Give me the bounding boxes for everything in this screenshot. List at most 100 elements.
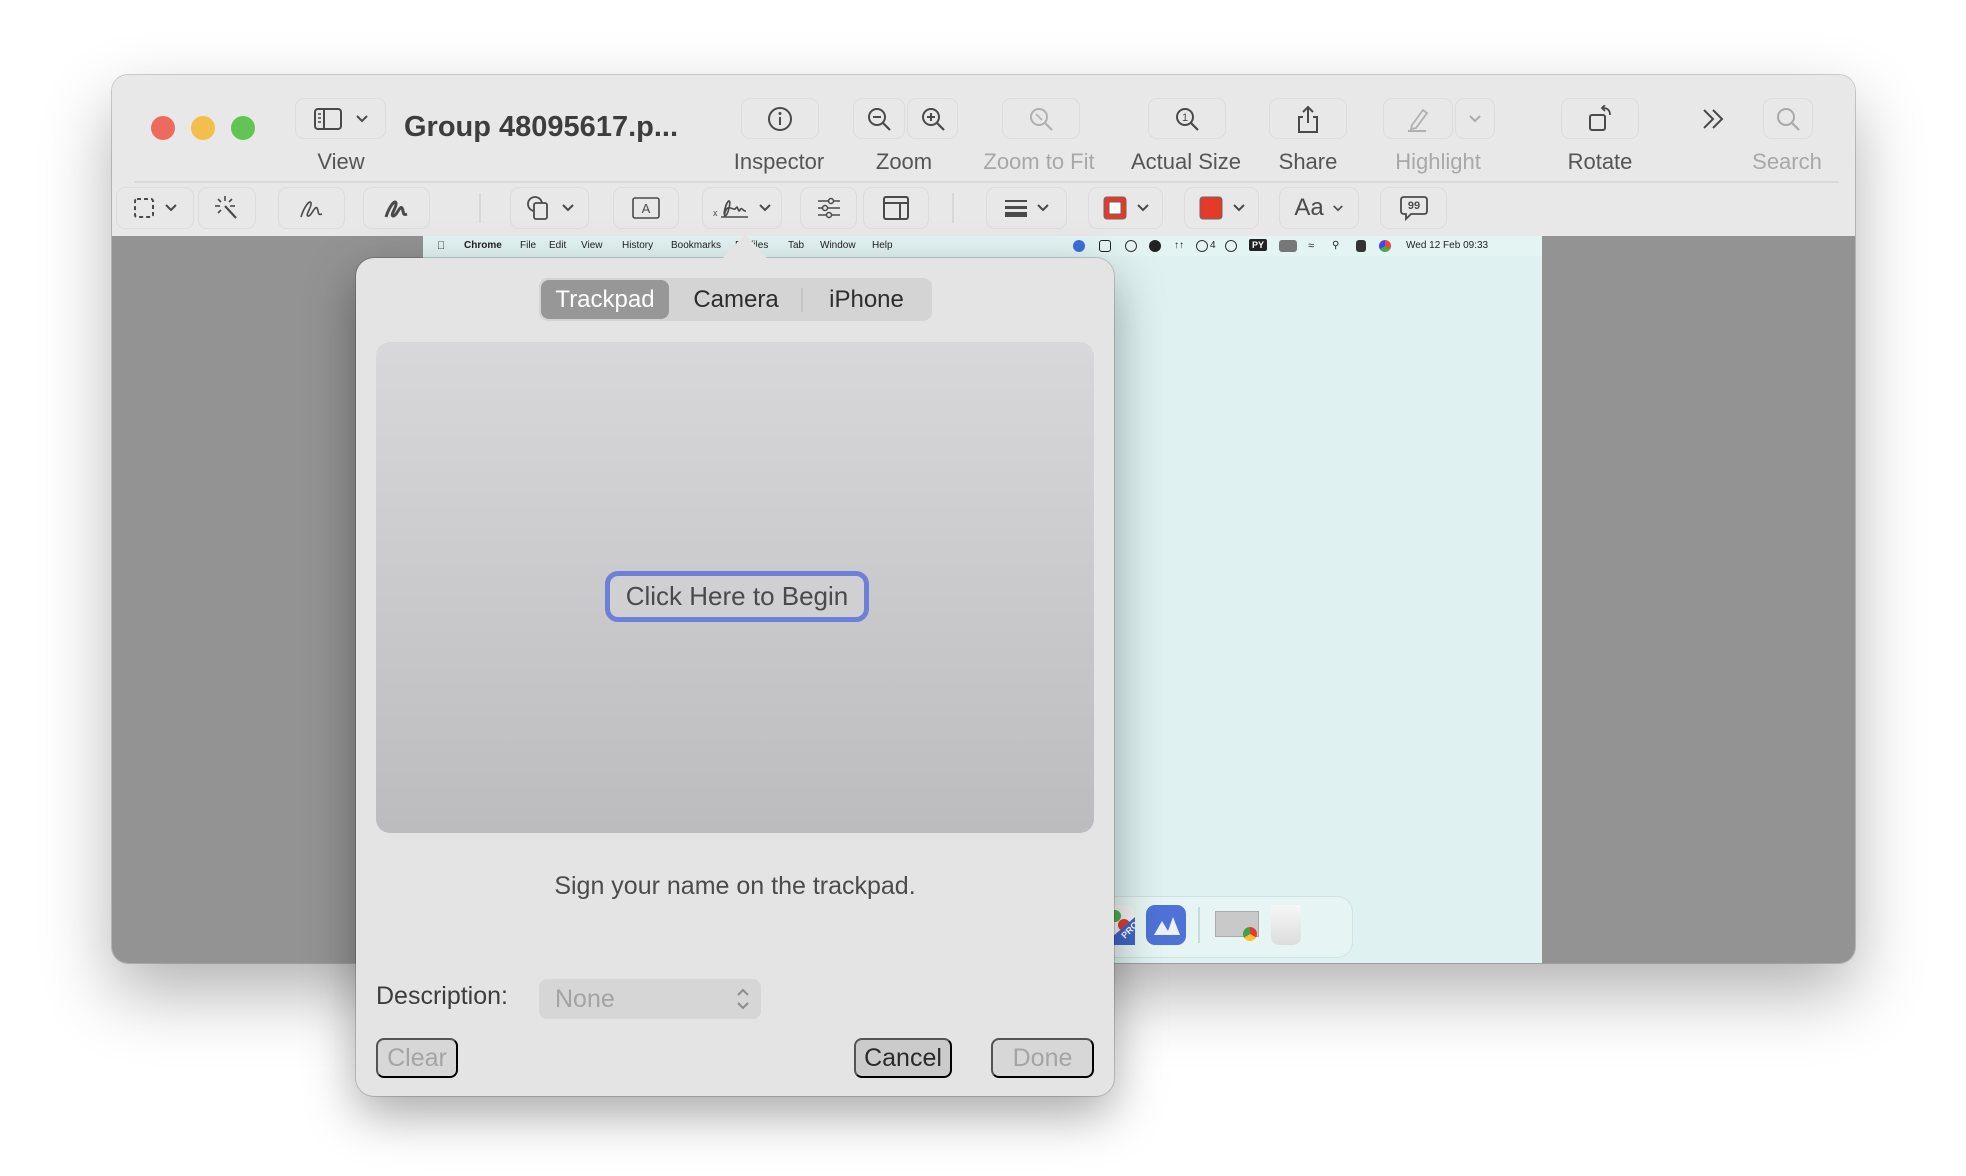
chrome-icon [1243, 927, 1257, 941]
description-value: None [555, 984, 615, 1013]
trash-icon [1271, 905, 1301, 945]
menu-edit: Edit [549, 240, 567, 251]
share-button[interactable] [1269, 98, 1347, 139]
adjust-color-button[interactable] [800, 187, 857, 229]
zoom-in-icon [919, 105, 947, 133]
draw-tool-button[interactable] [363, 187, 430, 229]
zoom-out-icon [865, 105, 893, 133]
more-tools-button[interactable] [1700, 105, 1728, 133]
signature-icon: x [712, 194, 750, 222]
toolbar-separator [479, 193, 481, 223]
up-down-chevron-icon [735, 985, 751, 1013]
zoom-to-fit-icon [1027, 105, 1055, 133]
highlight-button[interactable] [1383, 98, 1453, 139]
toolbar-separator [952, 193, 954, 223]
zoom-window-button[interactable] [231, 116, 255, 140]
spotlight-icon: ⚲ [1332, 240, 1340, 251]
menu-tab: Tab [788, 240, 805, 251]
menu-bookmarks: Bookmarks [671, 240, 722, 251]
popover-arrow [723, 234, 767, 258]
compass-icon [1125, 240, 1137, 252]
page-layout-button[interactable] [863, 187, 929, 229]
description-label: Description: [376, 982, 508, 1010]
siri-icon [1379, 240, 1391, 252]
actual-size-button[interactable]: 1 [1148, 98, 1226, 139]
chat-status-icon [1099, 240, 1111, 252]
layout-icon [882, 195, 910, 221]
fill-color-swatch [1198, 195, 1224, 221]
signature-popover: Trackpad Camera iPhone Click Here to Beg… [356, 234, 1114, 1096]
tab-camera[interactable]: Camera [671, 280, 801, 319]
share-label: Share [1278, 149, 1338, 174]
search-label: Search [1752, 149, 1822, 174]
tab-trackpad[interactable]: Trackpad [541, 280, 669, 319]
app-icon-mountains [1146, 905, 1186, 945]
signature-pad[interactable]: Click Here to Begin [376, 342, 1094, 833]
toolbar: View Group 48095617.p... Inspector Zoom [112, 75, 1855, 236]
info-icon [766, 105, 794, 133]
fill-color-button[interactable] [1184, 187, 1259, 229]
rectangular-selection-icon [132, 196, 156, 220]
done-button[interactable]: Done [991, 1038, 1094, 1078]
chevron-down-icon [1468, 114, 1482, 124]
zoom-in-button[interactable] [907, 98, 958, 139]
chevron-down-icon [1332, 204, 1344, 213]
menu-window: Window [820, 240, 856, 251]
line-style-button[interactable] [986, 187, 1067, 229]
sketch-icon [298, 195, 326, 221]
chevron-down-icon [164, 203, 178, 213]
actual-size-icon: 1 [1173, 105, 1201, 133]
sign-button[interactable]: x [702, 187, 782, 229]
view-label: View [317, 149, 365, 174]
line-style-icon [1004, 198, 1028, 218]
chevron-double-right-icon [1700, 105, 1728, 133]
wifi-icon: ≈ [1308, 240, 1315, 252]
cancel-button[interactable]: Cancel [854, 1038, 952, 1078]
signature-hint: Sign your name on the trackpad. [554, 872, 916, 900]
svg-text:x: x [713, 208, 718, 218]
highlight-menu-button[interactable] [1455, 98, 1495, 139]
note-button[interactable]: 99 [1380, 187, 1447, 229]
description-select[interactable]: None [539, 979, 761, 1019]
text-box-icon: A [631, 196, 661, 220]
inspector-label: Inspector [733, 149, 825, 174]
sketch-tool-button[interactable] [278, 187, 345, 229]
minimize-button[interactable] [191, 116, 215, 140]
selection-tool-button[interactable] [116, 187, 194, 229]
text-box-button[interactable]: A [613, 187, 679, 229]
inspector-button[interactable] [741, 98, 819, 139]
view-button[interactable] [295, 98, 386, 139]
border-color-button[interactable] [1088, 187, 1163, 229]
control-center-icon [1356, 240, 1366, 252]
svg-text:A: A [642, 201, 651, 216]
clear-button[interactable]: Clear [376, 1038, 458, 1078]
apple-icon:  [437, 240, 445, 252]
rotate-button[interactable] [1561, 98, 1639, 139]
svg-text:99: 99 [1407, 200, 1419, 212]
shapes-button[interactable] [510, 187, 589, 229]
zoom-out-button[interactable] [853, 98, 905, 139]
svg-text:1: 1 [1182, 112, 1188, 124]
text-style-label: Aa [1294, 194, 1324, 221]
menu-view: View [581, 240, 603, 251]
screenshot-dock: PRO [1083, 896, 1353, 958]
chevron-down-icon [355, 114, 369, 124]
border-color-swatch [1102, 195, 1128, 221]
menu-help: Help [872, 240, 893, 251]
input-source-badge: PY [1249, 239, 1268, 251]
menu-history: History [622, 240, 654, 251]
text-style-button[interactable]: Aa [1279, 187, 1359, 229]
instant-alpha-button[interactable] [198, 187, 256, 229]
chevron-down-icon [758, 203, 772, 213]
tab-iphone[interactable]: iPhone [803, 280, 930, 319]
zoom-app-icon [1073, 240, 1085, 252]
menu-file: File [520, 240, 537, 251]
battery-icon [1279, 240, 1297, 252]
document-title: Group 48095617.p... [404, 111, 679, 143]
actual-size-label: Actual Size [1130, 149, 1242, 174]
close-button[interactable] [151, 116, 175, 140]
signature-source-tabs: Trackpad Camera iPhone [539, 278, 932, 321]
click-here-to-begin-button[interactable]: Click Here to Begin [605, 571, 869, 622]
zoom-to-fit-button[interactable] [1002, 98, 1080, 139]
search-button[interactable] [1763, 98, 1813, 139]
